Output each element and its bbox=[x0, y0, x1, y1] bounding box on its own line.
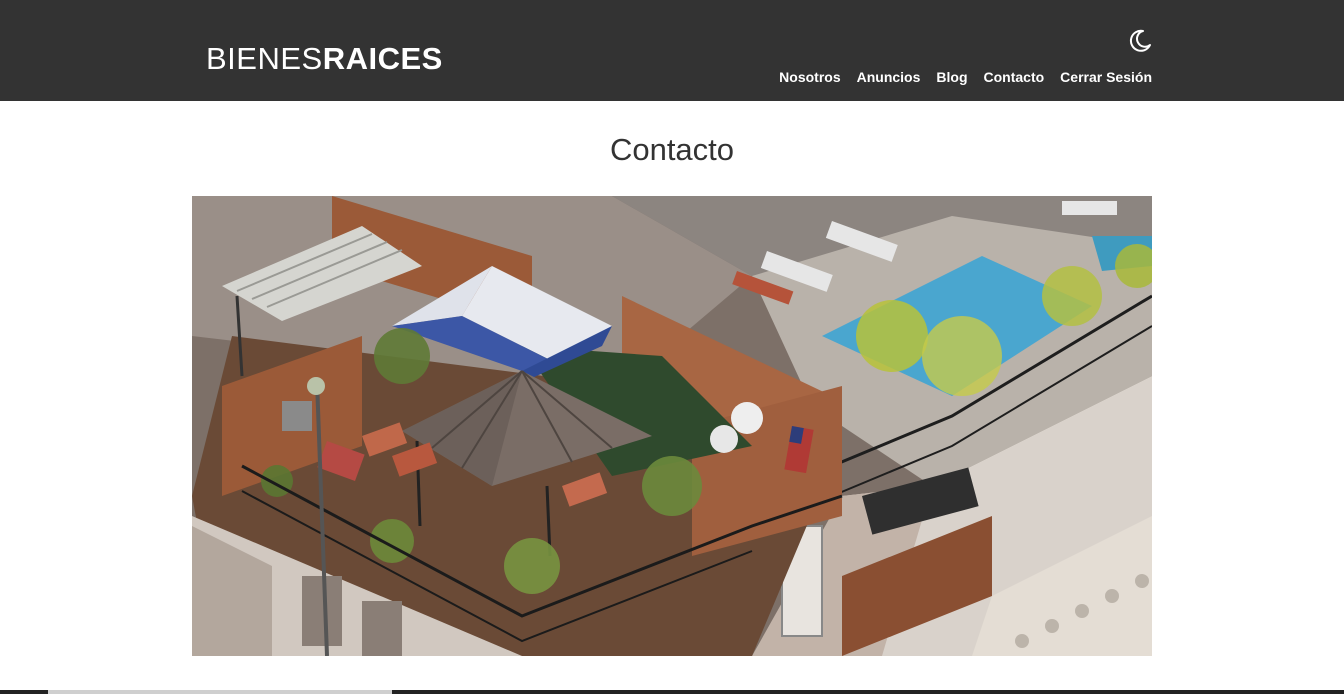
moon-icon bbox=[1129, 29, 1151, 52]
logo-text-light: BIENES bbox=[206, 41, 323, 76]
nav-blog[interactable]: Blog bbox=[936, 68, 967, 86]
page-bottom-edge bbox=[0, 690, 1344, 694]
dark-mode-toggle[interactable] bbox=[1126, 27, 1154, 55]
nav-anuncios[interactable]: Anuncios bbox=[857, 68, 921, 86]
hero-image bbox=[192, 196, 1152, 656]
nav-cerrar-sesion[interactable]: Cerrar Sesión bbox=[1060, 68, 1152, 86]
main-nav: Nosotros Anuncios Blog Contacto Cerrar S… bbox=[779, 68, 1152, 86]
site-logo[interactable]: BIENESRAICES bbox=[206, 42, 443, 76]
logo-text-bold: RAICES bbox=[322, 41, 443, 76]
nav-contacto[interactable]: Contacto bbox=[984, 68, 1045, 86]
page-title: Contacto bbox=[609, 132, 735, 167]
nav-nosotros[interactable]: Nosotros bbox=[779, 68, 840, 86]
site-header: BIENESRAICES Nosotros Anuncios Blog Cont… bbox=[0, 0, 1344, 101]
